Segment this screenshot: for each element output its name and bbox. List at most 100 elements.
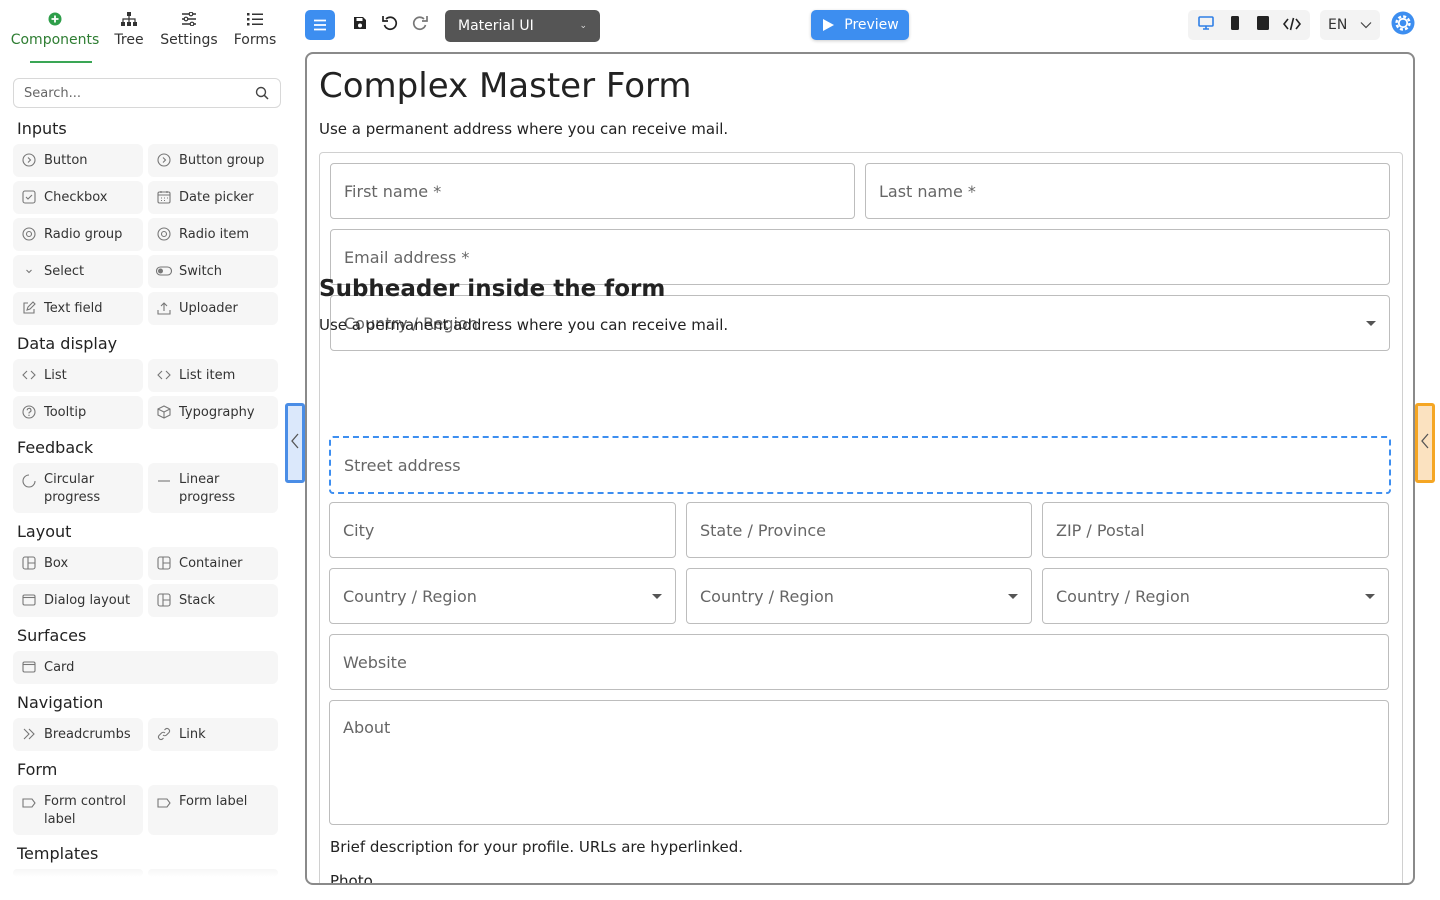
component-stack[interactable]: Stack (148, 584, 278, 617)
component-tooltip[interactable]: Tooltip (13, 396, 143, 429)
city-field[interactable]: City (329, 502, 676, 558)
component-label: Linear progress (179, 472, 236, 505)
street-address-field[interactable]: Street address (329, 436, 1391, 494)
gear-icon (1391, 11, 1415, 39)
group-title-navigation: Navigation (17, 693, 104, 712)
component-container[interactable]: Container (148, 547, 278, 580)
component-checkbox[interactable]: Checkbox (13, 181, 143, 214)
country-placeholder: Country / Region (700, 586, 834, 606)
tab-forms[interactable]: Forms (230, 10, 280, 62)
window-icon (21, 592, 37, 608)
about-textarea[interactable]: About (329, 700, 1389, 825)
tab-components[interactable]: Components (11, 10, 99, 62)
collapse-left-panel-handle[interactable] (285, 403, 305, 483)
component-search[interactable] (13, 78, 281, 108)
website-placeholder: Website (343, 652, 407, 672)
ui-library-value: Material UI (458, 18, 534, 34)
street-address-placeholder: Street address (344, 455, 461, 475)
component-uploader[interactable]: Uploader (148, 292, 278, 325)
menu-button[interactable] (305, 10, 335, 40)
group-title-data-display: Data display (17, 334, 118, 353)
link-icon (156, 726, 172, 742)
component-form-control-label[interactable]: Form control label (13, 785, 143, 835)
group-title-layout: Layout (17, 522, 72, 541)
save-button[interactable] (347, 10, 373, 40)
zip-field[interactable]: ZIP / Postal (1042, 502, 1389, 558)
search-icon[interactable] (254, 85, 270, 101)
code-brackets-icon (21, 367, 37, 383)
group-title-templates: Templates (17, 844, 99, 863)
component-list[interactable]: List (13, 359, 143, 392)
component-linear-progress[interactable]: Linear progress (148, 463, 278, 513)
preview-button[interactable]: Preview (811, 10, 909, 40)
component-date-picker[interactable]: Date picker (148, 181, 278, 214)
last-name-field[interactable]: Last name * (865, 163, 1390, 219)
country-placeholder: Country / Region (1056, 586, 1190, 606)
component-text-field[interactable]: Text field (13, 292, 143, 325)
edit-icon (21, 300, 37, 316)
component-list-item[interactable]: List item (148, 359, 278, 392)
component-typography[interactable]: Typography (148, 396, 278, 429)
country-select-3[interactable]: Country / Region (1042, 568, 1389, 624)
component-dialog-layout[interactable]: Dialog layout (13, 584, 143, 617)
country-select-2[interactable]: Country / Region (686, 568, 1032, 624)
component-item-partial (148, 869, 278, 877)
layout-icon (156, 592, 172, 608)
expand-right-panel-handle[interactable] (1415, 403, 1435, 483)
country-select-1[interactable]: Country / Region (329, 568, 676, 624)
component-circular-progress[interactable]: Circular progress (13, 463, 143, 513)
undo-button[interactable] (377, 10, 403, 40)
component-button[interactable]: Button (13, 144, 143, 177)
circular-progress-icon (21, 473, 37, 489)
redo-button[interactable] (407, 10, 433, 40)
design-canvas[interactable]: Complex Master Form Use a permanent addr… (305, 52, 1415, 885)
group-title-form: Form (17, 760, 58, 779)
dropdown-arrow-icon (1366, 320, 1376, 326)
save-icon (352, 15, 368, 35)
component-radio-item[interactable]: Radio item (148, 218, 278, 251)
ui-library-select[interactable]: Material UI ⌄ (445, 10, 600, 42)
country-placeholder: Country / Region (343, 586, 477, 606)
state-field[interactable]: State / Province (686, 502, 1032, 558)
first-name-field[interactable]: First name * (330, 163, 855, 219)
component-button-group[interactable]: Button group (148, 144, 278, 177)
component-link[interactable]: Link (148, 718, 278, 751)
tablet-view-button[interactable] (1250, 12, 1276, 38)
radio-icon (156, 226, 172, 242)
component-box[interactable]: Box (13, 547, 143, 580)
last-name-placeholder: Last name * (879, 181, 976, 201)
form-description: Use a permanent address where you can re… (319, 120, 729, 138)
component-card[interactable]: Card (13, 651, 278, 684)
settings-button[interactable] (1390, 11, 1416, 39)
component-label: Button (44, 153, 88, 168)
circle-arrow-icon (21, 152, 37, 168)
search-input[interactable] (24, 85, 254, 101)
component-label: Link (179, 727, 206, 742)
code-view-button[interactable] (1279, 12, 1305, 38)
city-placeholder: City (343, 520, 375, 540)
component-form-label[interactable]: Form label (148, 785, 278, 835)
language-value: EN (1328, 17, 1348, 33)
checkbox-icon (21, 189, 37, 205)
component-label: Radio item (179, 227, 250, 242)
tab-settings[interactable]: Settings (159, 10, 219, 62)
mobile-view-button[interactable] (1222, 12, 1248, 38)
about-placeholder: About (343, 718, 391, 737)
component-select[interactable]: Select (13, 255, 143, 288)
undo-icon (381, 14, 399, 36)
component-switch[interactable]: Switch (148, 255, 278, 288)
email-placeholder: Email address * (344, 247, 470, 267)
language-select[interactable]: EN (1320, 10, 1380, 40)
component-label: Breadcrumbs (44, 727, 131, 742)
component-radio-group[interactable]: Radio group (13, 218, 143, 251)
double-chevron-right-icon (21, 726, 37, 742)
caret-down-icon: ⌄ (579, 21, 587, 31)
tab-tree[interactable]: Tree (110, 10, 148, 62)
component-label: Date picker (179, 190, 254, 205)
website-field[interactable]: Website (329, 634, 1389, 690)
dropdown-arrow-icon (1008, 593, 1018, 599)
tag-icon (156, 795, 172, 811)
redo-icon (411, 14, 429, 36)
desktop-view-button[interactable] (1193, 12, 1219, 38)
component-breadcrumbs[interactable]: Breadcrumbs (13, 718, 143, 751)
